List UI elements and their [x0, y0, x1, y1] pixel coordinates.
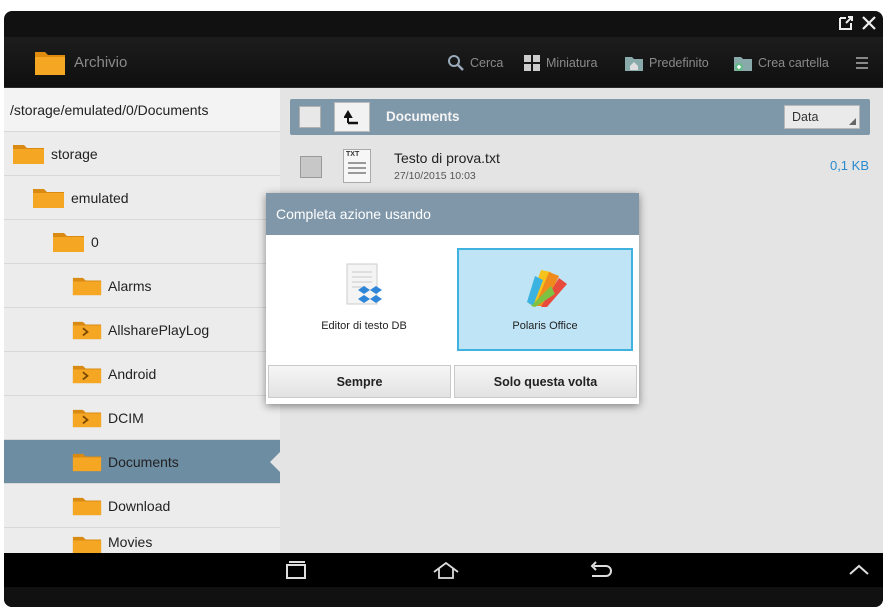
folder-icon [72, 453, 102, 471]
up-folder-button[interactable] [334, 102, 370, 132]
select-all-checkbox[interactable] [299, 106, 321, 128]
app-folder-icon [34, 48, 66, 81]
dropdown-corner-icon [849, 118, 856, 125]
folder-icon [72, 497, 102, 515]
search-icon [448, 54, 464, 71]
thumbnail-button[interactable]: Miniatura [523, 37, 597, 88]
folder-icon [72, 536, 102, 553]
back-icon [590, 561, 612, 577]
new-folder-icon [734, 56, 752, 71]
current-folder-title: Documents [386, 109, 460, 124]
path-bar: Documents Data [290, 99, 870, 135]
file-checkbox[interactable] [300, 156, 322, 178]
grid-icon [524, 54, 540, 71]
tree-item-storage[interactable]: storage [4, 132, 280, 176]
tree-item-label: AllsharePlayLog [108, 321, 210, 338]
tree-item-emulated[interactable]: emulated [4, 176, 280, 220]
close-icon[interactable] [859, 13, 879, 33]
sort-dropdown[interactable]: Data [784, 105, 860, 129]
tree-item-label: Movies [108, 534, 153, 550]
file-size: 0,1 KB [829, 158, 869, 173]
always-button[interactable]: Sempre [268, 365, 451, 398]
sort-value: Data [792, 110, 819, 124]
folder-tree: /storage/emulated/0/Documents storage em… [4, 88, 280, 553]
tree-item-label: 0 [91, 233, 99, 250]
current-path: /storage/emulated/0/Documents [4, 88, 280, 132]
tree-item-0[interactable]: 0 [4, 220, 280, 264]
home-icon [433, 561, 459, 579]
search-label: Cerca [470, 55, 504, 70]
tree-item-label: DCIM [108, 409, 144, 426]
tree-item-label: storage [51, 145, 98, 162]
new-folder-label: Crea cartella [758, 55, 829, 70]
home-button[interactable] [426, 557, 466, 583]
recent-apps-button[interactable] [276, 557, 316, 583]
expandable-folder-icon[interactable] [72, 363, 102, 385]
file-date: 27/10/2015 10:03 [394, 170, 476, 182]
overflow-menu-icon [856, 56, 868, 69]
app-title: Archivio [74, 54, 128, 71]
dropbox-text-editor-icon [346, 263, 382, 305]
file-name: Testo di prova.txt [394, 150, 500, 166]
tree-item-download[interactable]: Download [4, 484, 280, 528]
system-nav-bar [4, 553, 883, 587]
file-row[interactable]: TXT Testo di prova.txt 27/10/2015 10:03 … [280, 141, 883, 193]
search-button[interactable]: Cerca [447, 37, 503, 88]
expand-button[interactable] [844, 557, 874, 583]
tree-item-android[interactable]: Android [4, 352, 280, 396]
polaris-office-icon [527, 270, 567, 307]
back-button[interactable] [580, 557, 620, 583]
expandable-folder-icon[interactable] [72, 319, 102, 341]
txt-file-icon: TXT [343, 149, 371, 183]
folder-icon [72, 277, 102, 295]
selection-pointer-icon [270, 452, 280, 472]
tree-item-label: Android [108, 365, 157, 382]
window-titlebar [4, 11, 883, 35]
window-bottom-border [4, 587, 883, 607]
default-button[interactable]: Predefinito [624, 37, 709, 88]
tree-item-label: Download [108, 497, 171, 514]
app-label: Polaris Office [512, 320, 578, 332]
dialog-title: Completa azione usando [266, 193, 639, 235]
tree-item-label: Documents [108, 453, 179, 470]
tree-item-dcim[interactable]: DCIM [4, 396, 280, 440]
tree-item-label: emulated [71, 189, 129, 206]
action-bar: Archivio Cerca Miniatura Predefinito Cre… [4, 37, 883, 88]
tree-item-documents[interactable]: Documents [4, 440, 280, 484]
complete-action-dialog: Completa azione usando Editor di testo D… [266, 193, 639, 404]
chevron-up-icon [849, 564, 869, 575]
menu-button[interactable] [854, 37, 870, 88]
app-label: Editor di testo DB [321, 320, 407, 332]
expandable-folder-icon[interactable] [72, 407, 102, 429]
recent-apps-icon [286, 561, 306, 579]
folder-icon [33, 188, 64, 208]
app-option-polaris-office[interactable]: Polaris Office [457, 248, 633, 351]
popout-icon[interactable] [836, 13, 856, 33]
just-once-button[interactable]: Solo questa volta [454, 365, 637, 398]
home-folder-icon [625, 56, 643, 71]
app-window: Archivio Cerca Miniatura Predefinito Cre… [4, 11, 883, 607]
app-option-db-text-editor[interactable]: Editor di testo DB [276, 248, 452, 351]
tree-item-movies[interactable]: Movies [4, 528, 280, 553]
tree-item-label: Alarms [108, 277, 152, 294]
new-folder-button[interactable]: Crea cartella [733, 37, 829, 88]
tree-item-alarms[interactable]: Alarms [4, 264, 280, 308]
default-label: Predefinito [649, 55, 709, 70]
up-arrow-icon [344, 110, 358, 125]
thumbnail-label: Miniatura [546, 55, 598, 70]
folder-icon [13, 144, 44, 164]
tree-item-allshareplaylog[interactable]: AllsharePlayLog [4, 308, 280, 352]
folder-icon [53, 232, 84, 252]
